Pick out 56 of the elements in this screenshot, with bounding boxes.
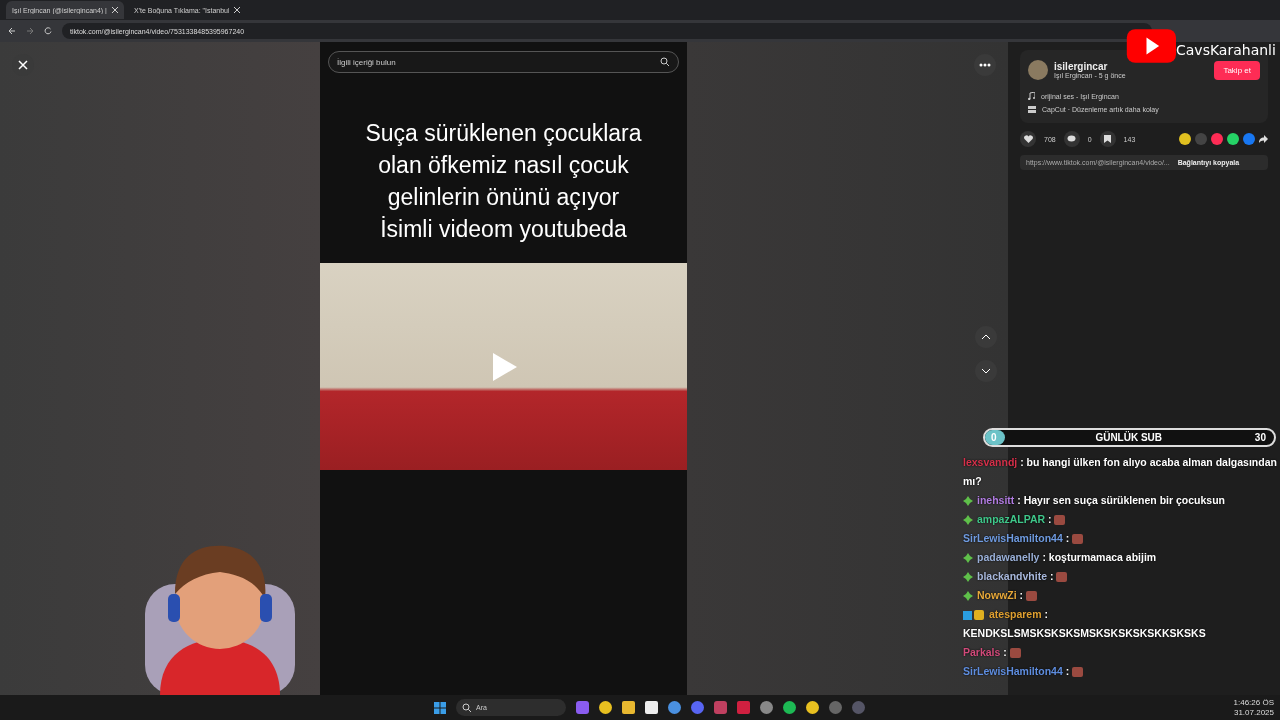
search-field[interactable]: İlgili içeriği bulun	[328, 51, 679, 73]
diamond-badge-icon	[963, 553, 973, 564]
chat-message: ampazALPAR :	[963, 510, 1280, 529]
search-icon	[462, 702, 472, 713]
avatar[interactable]	[1028, 60, 1048, 80]
channel-name: CavsKarahanli	[1176, 42, 1276, 58]
badge-icons	[963, 610, 985, 621]
chat-message: atesparem : KENDKSLSMSKSKSKSMSKSKSKSKSKKSKSKS	[963, 607, 1207, 641]
comment-icon[interactable]	[1063, 131, 1080, 147]
close-icon[interactable]	[112, 7, 118, 13]
caption-text: İsimli videom youtubeda	[380, 215, 627, 244]
emote-icon	[1009, 648, 1021, 659]
emote-icon	[1056, 572, 1068, 583]
forward-arrow-icon[interactable]	[1259, 135, 1268, 143]
app-icon[interactable]	[599, 701, 612, 714]
diamond-badge-icon	[963, 496, 973, 507]
username[interactable]: isilergincar	[1054, 61, 1126, 72]
chat-message: padawanelly : koşturmamaca abijim	[963, 548, 1280, 567]
chat-message: SirLewisHamilton44 :	[963, 662, 1280, 681]
close-icon[interactable]	[234, 7, 240, 13]
chat-message: SirLewisHamilton44 :	[963, 529, 1280, 548]
more-button[interactable]	[974, 54, 996, 76]
clock-date: 31.07.2025	[1233, 707, 1274, 718]
start-icon[interactable]	[434, 701, 446, 714]
emote-icon	[1072, 667, 1084, 678]
chat-message: blackandvhite :	[963, 567, 1280, 586]
chat-message: Parkals :	[963, 643, 1280, 662]
clock-time: 1:46:26 ÖS	[1233, 697, 1274, 708]
goal-target: 30	[1254, 432, 1266, 443]
app-icon[interactable]	[806, 701, 819, 714]
caption-text: Suça sürüklenen çocuklara	[365, 119, 642, 148]
follow-button[interactable]: Takip et	[1214, 60, 1260, 80]
goal-label: GÜNLÜK SUB	[1095, 432, 1163, 443]
diamond-badge-icon	[963, 515, 973, 526]
emote-icon	[1054, 515, 1066, 526]
diamond-badge-icon	[963, 572, 973, 583]
back-arrow-icon[interactable]	[8, 27, 16, 35]
caption-text: gelinlerin önünü açıyor	[387, 183, 620, 212]
music-note-icon	[1028, 92, 1035, 100]
app-icon[interactable]	[783, 701, 796, 714]
chat-message: lexsvanndj : bu hangi ülken fon alıyo acaba alman dalgasından mı?	[963, 455, 1278, 489]
close-icon	[18, 60, 28, 70]
capcut-icon	[1028, 106, 1036, 113]
reload-icon[interactable]	[44, 27, 52, 35]
more-icon	[979, 63, 991, 67]
app-icon[interactable]	[668, 701, 681, 714]
diamond-badge-icon	[963, 591, 973, 602]
emote-icon	[1072, 534, 1084, 545]
caption-text: olan öfkemiz nasıl çocuk	[378, 151, 629, 180]
emote-icon	[1026, 591, 1037, 602]
chat-message: inehsitt : Hayır sen suça sürüklenen bir çocuksun	[963, 491, 1280, 510]
goal-current: 0	[990, 431, 998, 444]
bookmark-icon[interactable]	[1099, 131, 1116, 147]
chat-message: NowwZi :	[963, 586, 1280, 605]
app-icon[interactable]	[760, 701, 773, 714]
search-icon	[660, 57, 670, 67]
